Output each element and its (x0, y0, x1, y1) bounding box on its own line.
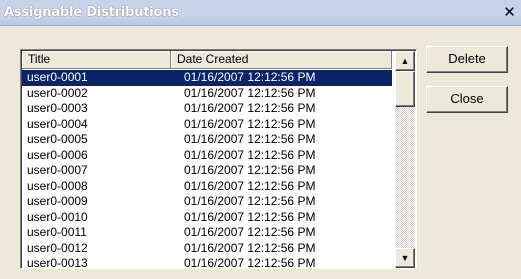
row-date-created: 01/16/2007 12:12:56 PM (184, 240, 316, 255)
row-title: user0-0003 (27, 101, 88, 115)
row-title: user0-0008 (27, 178, 88, 193)
list-rows: user0-0001 01/16/2007 12:12:56 PM user0-00… (22, 70, 392, 268)
row-date-created: 01/16/2007 12:12:56 PM (184, 147, 316, 162)
title-bar: Assignable Distributions ✕ (0, 0, 521, 26)
row-date-created: 01/16/2007 12:12:56 PM (184, 225, 316, 239)
window-title: Assignable Distributions (4, 5, 179, 20)
row-title: user0-0002 (27, 85, 88, 100)
delete-button[interactable]: Delete (426, 46, 508, 73)
list-viewport: Title Date Created user0-0001 01/16/2007 … (21, 50, 416, 268)
row-date-created: 01/16/2007 12:12:56 PM (184, 132, 316, 146)
row-title: user0-0010 (27, 209, 88, 224)
row-date-created: 01/16/2007 12:12:56 PM (184, 178, 316, 193)
row-date-created: 01/16/2007 12:12:56 PM (184, 163, 316, 177)
row-date-created: 01/16/2007 12:12:56 PM (184, 256, 316, 268)
vertical-scrollbar[interactable]: ▲ ▼ (395, 51, 415, 268)
table-row[interactable]: user0-0002 01/16/2007 12:12:56 PM (22, 86, 392, 102)
scroll-up-icon[interactable]: ▲ (395, 51, 415, 71)
row-title: user0-0006 (27, 147, 88, 162)
table-row[interactable]: user0-0004 01/16/2007 12:12:56 PM (22, 117, 392, 133)
row-title: user0-0004 (27, 116, 88, 131)
row-title: user0-0009 (27, 194, 88, 208)
scroll-down-icon[interactable]: ▼ (395, 248, 415, 268)
close-button[interactable]: Close (426, 86, 508, 113)
table-row[interactable]: user0-0001 01/16/2007 12:12:56 PM (22, 70, 392, 86)
table-row[interactable]: user0-0012 01/16/2007 12:12:56 PM (22, 241, 392, 257)
table-row[interactable]: user0-0008 01/16/2007 12:12:56 PM (22, 179, 392, 195)
row-date-created: 01/16/2007 12:12:56 PM (184, 116, 316, 131)
row-date-created: 01/16/2007 12:12:56 PM (184, 70, 316, 84)
table-row[interactable]: user0-0006 01/16/2007 12:12:56 PM (22, 148, 392, 164)
row-date-created: 01/16/2007 12:12:56 PM (184, 101, 316, 115)
table-row[interactable]: user0-0009 01/16/2007 12:12:56 PM (22, 194, 392, 210)
row-date-created: 01/16/2007 12:12:56 PM (184, 85, 316, 100)
row-title: user0-0012 (27, 240, 88, 255)
row-title: user0-0005 (27, 132, 88, 146)
table-row[interactable]: user0-0011 01/16/2007 12:12:56 PM (22, 225, 392, 241)
column-header-title[interactable]: Title (22, 51, 171, 69)
close-icon[interactable]: ✕ (501, 5, 518, 21)
row-date-created: 01/16/2007 12:12:56 PM (184, 194, 316, 208)
table-row[interactable]: user0-0005 01/16/2007 12:12:56 PM (22, 132, 392, 148)
row-title: user0-0001 (27, 70, 88, 84)
list-header: Title Date Created (22, 51, 392, 69)
table-row[interactable]: user0-0013 01/16/2007 12:12:56 PM (22, 256, 392, 268)
scroll-thumb[interactable] (395, 71, 415, 107)
assignable-distributions-dialog: Assignable Distributions ✕ Title Date Cr… (0, 0, 521, 279)
table-row[interactable]: user0-0007 01/16/2007 12:12:56 PM (22, 163, 392, 179)
table-row[interactable]: user0-0003 01/16/2007 12:12:56 PM (22, 101, 392, 117)
row-title: user0-0013 (27, 256, 88, 268)
row-date-created: 01/16/2007 12:12:56 PM (184, 209, 316, 224)
table-row[interactable]: user0-0010 01/16/2007 12:12:56 PM (22, 210, 392, 226)
distributions-list[interactable]: Title Date Created user0-0001 01/16/2007 … (20, 49, 417, 269)
row-title: user0-0007 (27, 163, 88, 177)
column-header-date-created[interactable]: Date Created (171, 51, 392, 69)
row-title: user0-0011 (27, 225, 87, 239)
